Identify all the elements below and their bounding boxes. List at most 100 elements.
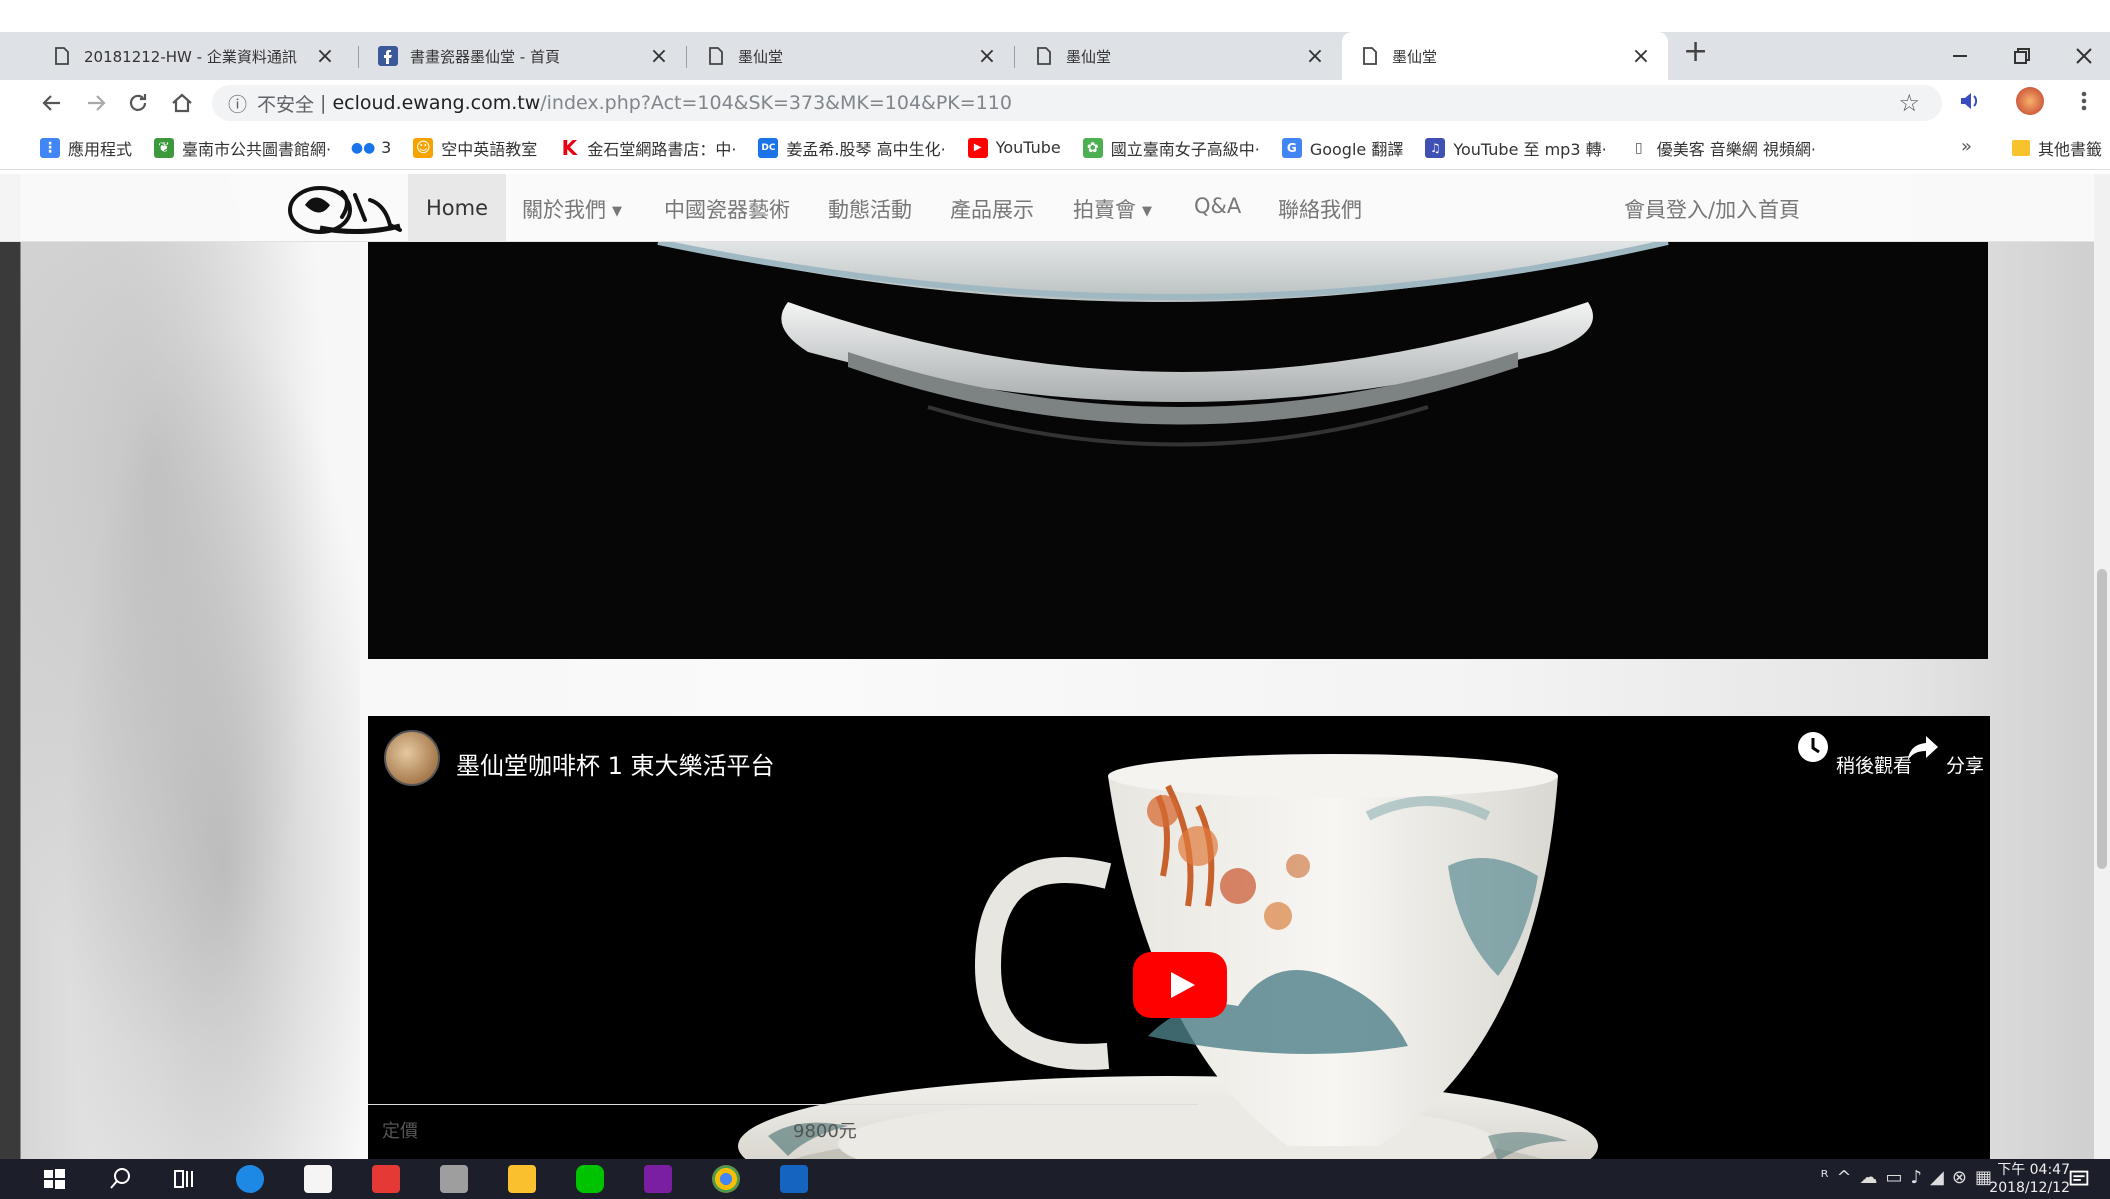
browser-toolbar: ⓘ 不安全 | ecloud.ewang.com.tw /index.php?A… bbox=[0, 80, 2110, 126]
menu-kebab-icon[interactable] bbox=[2070, 87, 2098, 115]
close-tab-icon[interactable]: × bbox=[976, 44, 998, 69]
bookmark-item[interactable]: ❦ 臺南市公共圖書館網· bbox=[154, 136, 331, 160]
close-tab-icon[interactable]: × bbox=[648, 44, 670, 69]
nav-events[interactable]: 動態活動 bbox=[828, 194, 912, 224]
address-bar[interactable]: ⓘ 不安全 | ecloud.ewang.com.tw /index.php?A… bbox=[212, 85, 1942, 121]
bookmark-star-icon[interactable]: ☆ bbox=[1898, 89, 1920, 117]
facebook-icon bbox=[378, 46, 398, 66]
share-label: 分享 bbox=[1946, 755, 1985, 777]
close-circle-icon[interactable]: ⊗ bbox=[1952, 1167, 1975, 1188]
gift-icon[interactable] bbox=[372, 1165, 400, 1193]
bookmark-item[interactable]: ●● 3 bbox=[351, 138, 391, 158]
chevron-up-icon[interactable]: ^ bbox=[1836, 1167, 1859, 1188]
close-tab-icon[interactable]: × bbox=[1304, 44, 1326, 69]
onenote-icon[interactable] bbox=[644, 1165, 672, 1193]
page-scrollbar[interactable] bbox=[2094, 174, 2110, 1159]
bookmark-label: 空中英語教室 bbox=[441, 139, 538, 159]
windows-start-icon[interactable] bbox=[40, 1165, 68, 1193]
browser-tab[interactable]: 20181212-HW - 企業資料通訊 × bbox=[34, 32, 352, 80]
watch-later-button[interactable]: 稍後觀看 bbox=[1796, 730, 1912, 778]
task-view-icon[interactable] bbox=[170, 1165, 198, 1193]
channel-avatar[interactable] bbox=[384, 730, 440, 786]
youtube-embed[interactable]: 墨仙堂咖啡杯 1 東大樂活平台 稍後觀看 分享 bbox=[368, 716, 1990, 1159]
new-tab-button[interactable]: + bbox=[1683, 34, 1708, 69]
scrollbar-thumb[interactable] bbox=[2097, 569, 2107, 869]
clock[interactable]: 下午 04:47 2018/12/12 bbox=[1989, 1161, 2070, 1197]
home-icon[interactable] bbox=[170, 91, 194, 115]
chrome-icon[interactable] bbox=[712, 1165, 740, 1193]
bookmark-item[interactable]: ♫ YouTube 至 mp3 轉· bbox=[1425, 136, 1607, 160]
network-icon[interactable]: ◢ bbox=[1930, 1167, 1952, 1188]
person-icon[interactable]: ᴿ bbox=[1821, 1167, 1837, 1188]
watch-later-label: 稍後觀看 bbox=[1836, 755, 1913, 777]
battery-icon[interactable]: ▭ bbox=[1886, 1167, 1911, 1188]
browser-tab[interactable]: 墨仙堂 × bbox=[688, 32, 1014, 80]
restore-icon[interactable] bbox=[2012, 46, 2032, 66]
tab-strip: 20181212-HW - 企業資料通訊 × 書畫瓷器墨仙堂 - 首頁 × 墨仙… bbox=[0, 32, 2110, 80]
nav-member-login[interactable]: 會員登入/加入 bbox=[1624, 194, 1757, 224]
site-logo[interactable] bbox=[280, 180, 406, 236]
profile-avatar-icon[interactable] bbox=[2016, 87, 2044, 115]
nav-porcelain-art[interactable]: 中國瓷器藝術 bbox=[664, 194, 790, 224]
nav-homepage[interactable]: 首頁 bbox=[1758, 194, 1800, 224]
bookmark-item[interactable]: G Google 翻譯 bbox=[1281, 136, 1404, 160]
bookmark-item[interactable]: ✿ 國立臺南女子高級中· bbox=[1082, 136, 1260, 160]
system-tray[interactable]: ᴿ^☁▭♪◢⊗▦ bbox=[1821, 1167, 2000, 1188]
school-icon: ✿ bbox=[1082, 137, 1103, 158]
browser-tab[interactable]: 書畫瓷器墨仙堂 - 首頁 × bbox=[360, 32, 686, 80]
video-title[interactable]: 墨仙堂咖啡杯 1 東大樂活平台 bbox=[456, 746, 775, 781]
other-bookmarks-folder[interactable]: 其他書籤 bbox=[2011, 136, 2102, 160]
search-icon[interactable] bbox=[106, 1165, 134, 1193]
bookmarks-more-button[interactable]: » bbox=[1961, 136, 1972, 157]
bookmark-label: Google 翻譯 bbox=[1309, 139, 1404, 159]
line-chat-icon[interactable] bbox=[576, 1165, 604, 1193]
minimize-icon[interactable] bbox=[1950, 46, 1970, 66]
nav-auction-dropdown[interactable]: 拍賣會 ▼ bbox=[1073, 194, 1152, 224]
play-button-icon[interactable] bbox=[1133, 952, 1227, 1018]
nav-products[interactable]: 產品展示 bbox=[950, 194, 1034, 224]
nav-home[interactable]: Home bbox=[408, 174, 507, 242]
page-icon bbox=[709, 47, 723, 65]
share-button[interactable]: 分享 bbox=[1906, 730, 1984, 778]
nav-label: 聯絡我們 bbox=[1278, 198, 1362, 222]
bookmark-item[interactable]: ▯ 優美客 音樂網 視頻網· bbox=[1629, 136, 1816, 160]
apps-grid-icon: ⋮ bbox=[40, 137, 60, 158]
bookmark-apps[interactable]: ⋮ 應用程式 bbox=[40, 136, 132, 160]
clock-time: 下午 04:47 bbox=[1997, 1162, 2070, 1178]
nav-qa[interactable]: Q&A bbox=[1194, 194, 1241, 218]
info-icon[interactable]: ⓘ bbox=[228, 90, 247, 117]
nav-about-dropdown[interactable]: 關於我們 ▼ bbox=[522, 194, 622, 224]
browser-tab-active[interactable]: 墨仙堂 × bbox=[1342, 32, 1668, 80]
app-badge-icon[interactable] bbox=[440, 1165, 468, 1193]
word-icon[interactable] bbox=[780, 1165, 808, 1193]
reload-icon[interactable] bbox=[126, 91, 150, 115]
k-logo-icon: K bbox=[561, 135, 578, 160]
browser-chrome: 20181212-HW - 企業資料通訊 × 書畫瓷器墨仙堂 - 首頁 × 墨仙… bbox=[0, 0, 2110, 174]
nav-contact[interactable]: 聯絡我們 bbox=[1278, 194, 1362, 224]
price-value: 9800元 bbox=[793, 1121, 857, 1142]
bookmark-item[interactable]: DC 姜孟希.股琴 高中生化· bbox=[758, 136, 946, 160]
bookmark-label: 臺南市公共圖書館網· bbox=[182, 139, 332, 159]
bookmark-label: YouTube 至 mp3 轉· bbox=[1453, 139, 1607, 159]
volume-icon[interactable]: ♪ bbox=[1911, 1167, 1931, 1188]
file-explorer-icon[interactable] bbox=[508, 1165, 536, 1193]
page-icon: ▯ bbox=[1634, 139, 1643, 156]
close-tab-icon[interactable]: × bbox=[314, 44, 336, 69]
store-icon[interactable] bbox=[304, 1165, 332, 1193]
cloud-icon[interactable]: ☁ bbox=[1860, 1167, 1886, 1188]
edge-browser-icon[interactable] bbox=[236, 1165, 264, 1193]
close-window-icon[interactable] bbox=[2074, 46, 2094, 66]
audio-extension-icon[interactable] bbox=[1955, 87, 1983, 115]
page-icon bbox=[1037, 47, 1051, 65]
bookmark-item[interactable]: ☺ 空中英語教室 bbox=[413, 136, 537, 160]
bookmark-youtube[interactable]: ▶ YouTube bbox=[967, 137, 1061, 158]
tab-title: 墨仙堂 bbox=[738, 47, 784, 66]
browser-tab[interactable]: 墨仙堂 × bbox=[1016, 32, 1342, 80]
bookmark-label: 姜孟希.股琴 高中生化· bbox=[786, 139, 946, 159]
back-icon[interactable] bbox=[40, 91, 64, 115]
forward-icon[interactable] bbox=[84, 91, 108, 115]
notification-icon[interactable] bbox=[2066, 1165, 2092, 1193]
close-tab-icon[interactable]: × bbox=[1630, 44, 1652, 69]
clock-icon bbox=[1798, 732, 1828, 762]
bookmark-item[interactable]: K 金石堂網路書店：中· bbox=[559, 135, 737, 160]
